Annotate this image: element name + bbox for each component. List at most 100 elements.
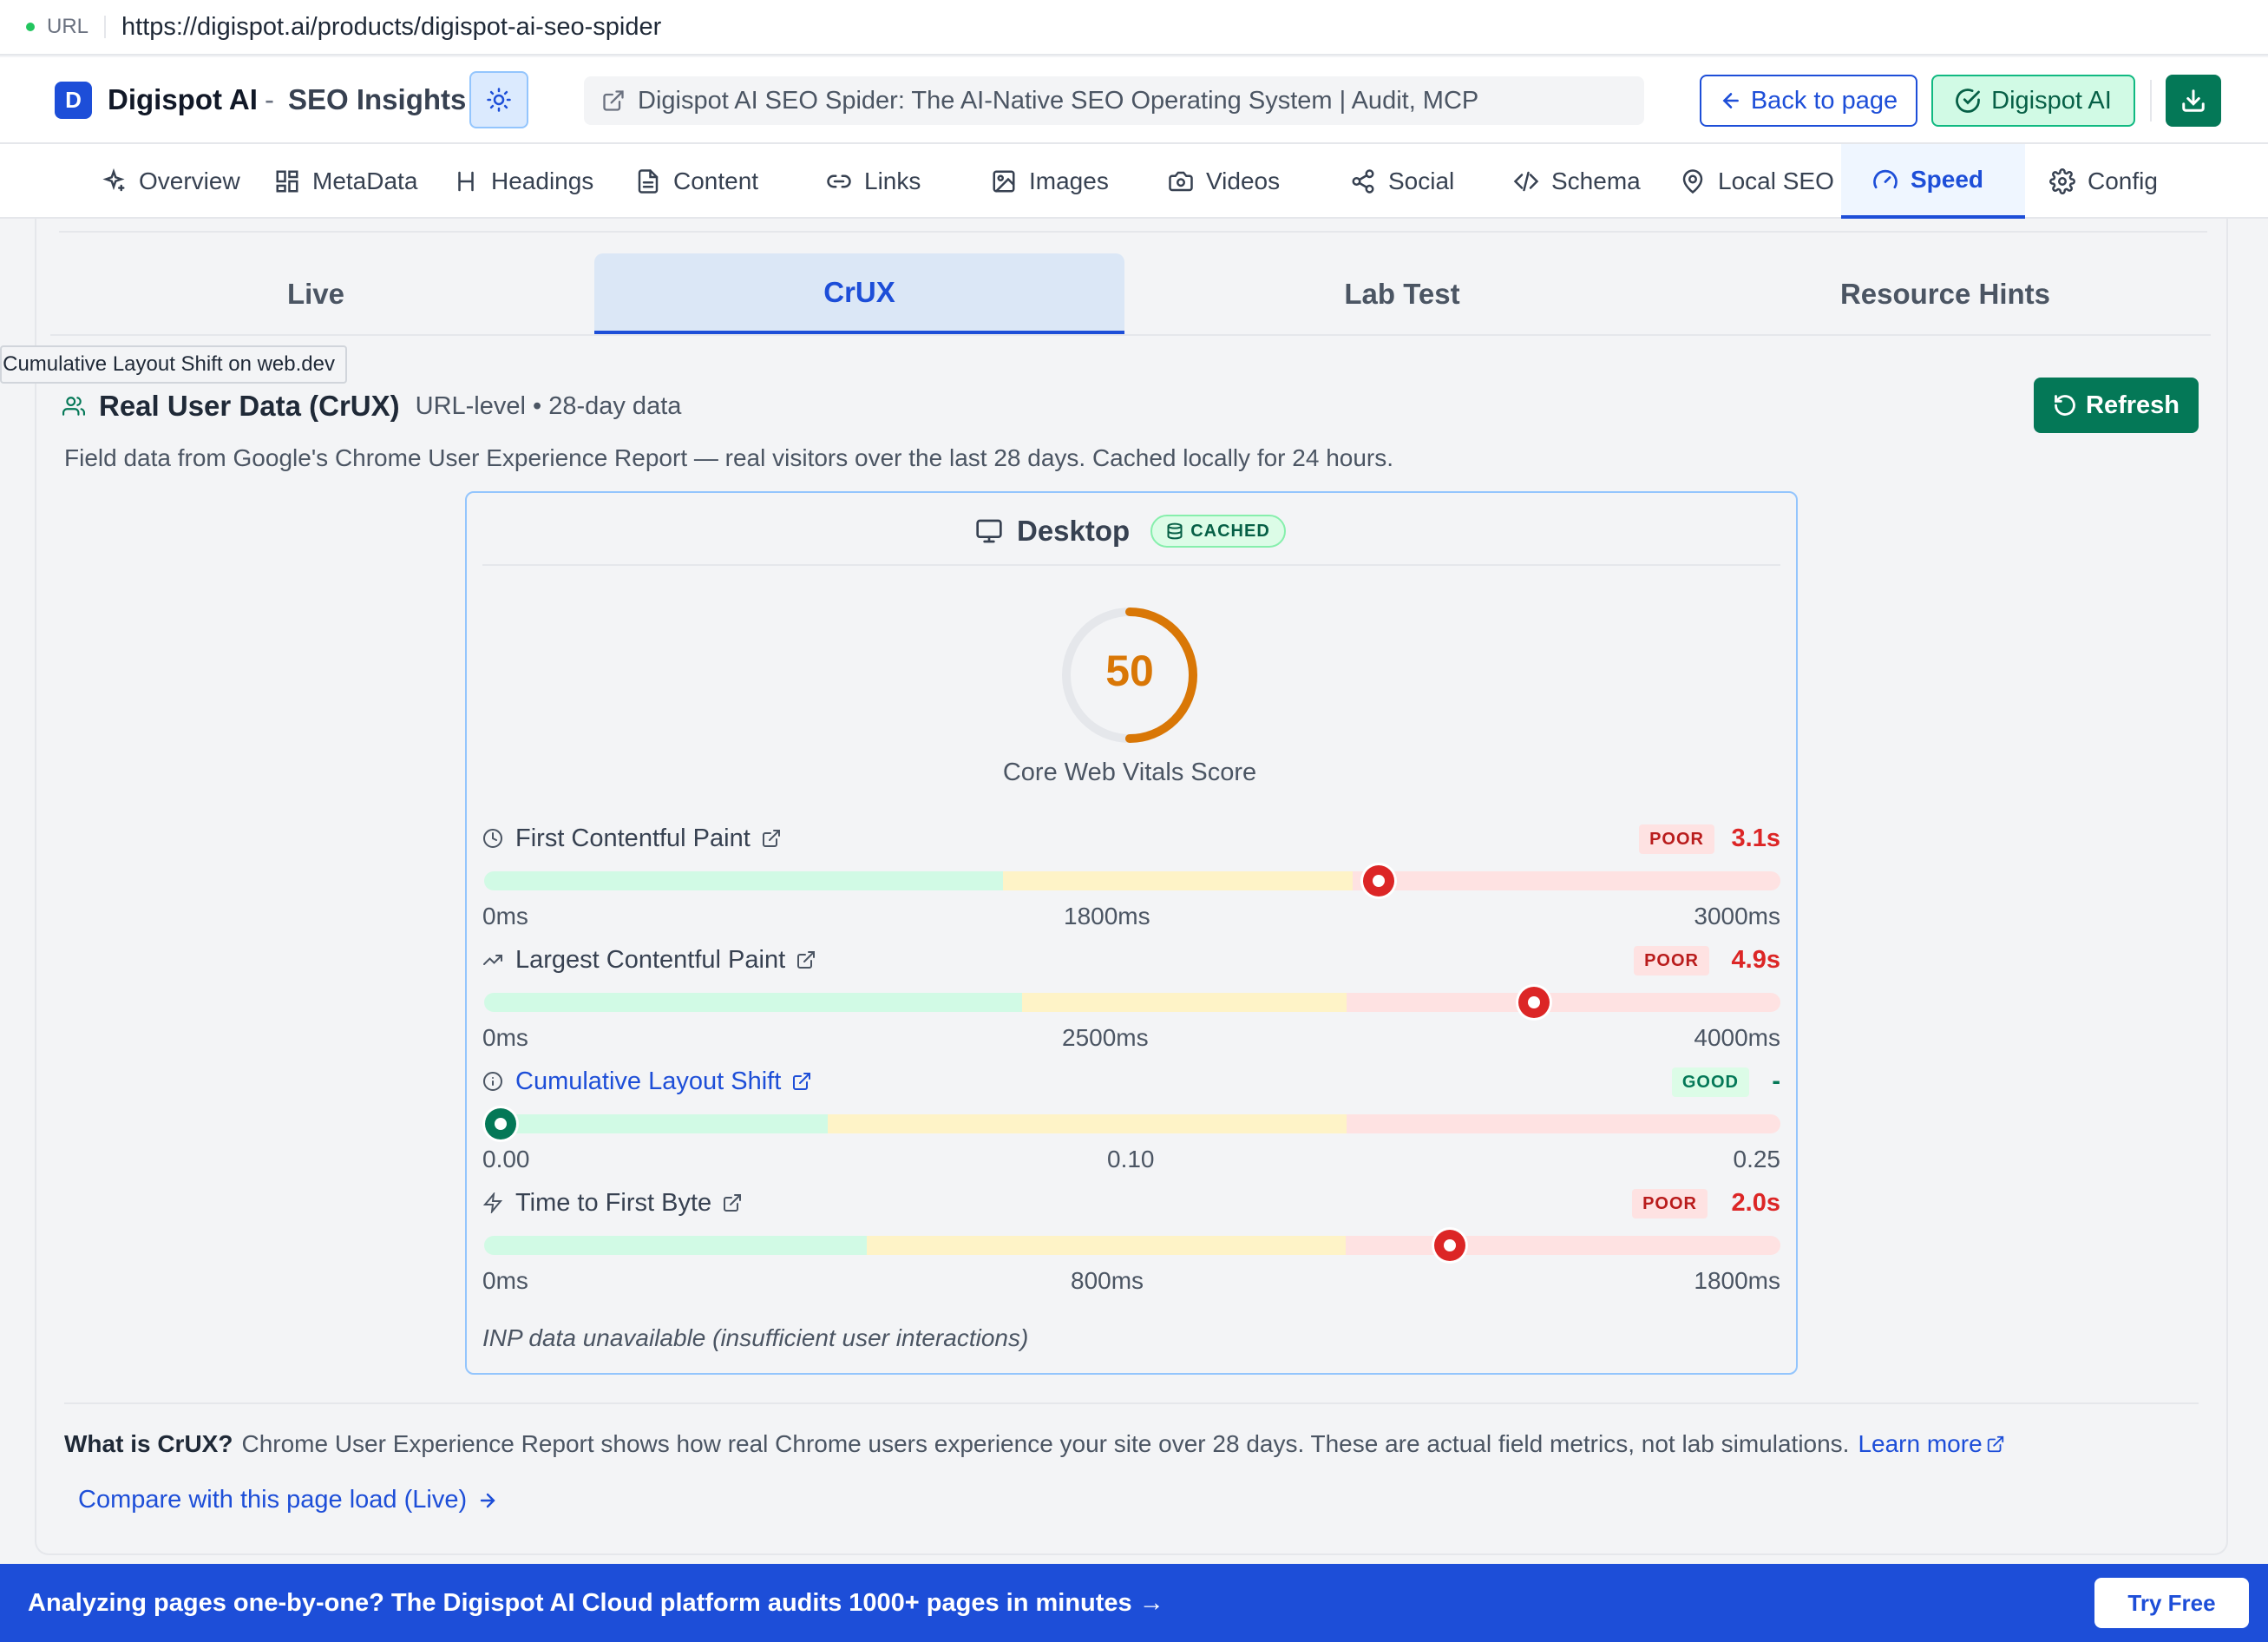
external-link-icon[interactable] [796,949,816,970]
app-header: D Digispot AI - SEO Insights Digispot AI… [0,57,2268,144]
sun-icon [487,88,511,112]
tab-content-label: Content [673,167,759,194]
header-divider [2150,80,2152,122]
tab-config[interactable]: Config [2049,144,2158,219]
refresh-button[interactable]: Refresh [2034,378,2199,433]
range-poor [1346,1114,1780,1133]
tick-max: 1800ms [1694,1267,1780,1294]
digispot-ai-label: Digispot AI [1991,86,2112,115]
app-logo: D [55,82,92,119]
metric-marker [1360,863,1397,899]
external-link-icon[interactable] [791,1071,812,1092]
external-link-icon[interactable] [722,1192,743,1213]
crux-info-text: Chrome User Experience Report shows how … [241,1430,1850,1457]
tab-local-seo[interactable]: Local SEO [1680,144,1834,219]
metric-ttfb: Time to First Byte POOR 2.0s 0ms 800ms 1… [482,1187,1780,1309]
external-link-icon[interactable] [761,828,782,849]
page-title-field[interactable]: Digispot AI SEO Spider: The AI-Native SE… [584,76,1644,125]
metric-header: Time to First Byte [482,1187,743,1218]
crux-meta: URL-level • 28-day data [415,391,682,420]
share-icon [1352,169,1374,194]
try-free-button[interactable]: Try Free [2094,1578,2249,1628]
sparkles-icon [102,168,125,192]
promo-text: Analyzing pages one-by-one? The Digispot… [28,1588,1164,1617]
back-to-page-button[interactable]: Back to page [1700,75,1917,127]
tick-min: 0.00 [482,1146,530,1172]
tab-metadata[interactable]: MetaData [274,144,417,219]
status-badge: POOR [1634,946,1709,975]
range-needs-improvement [827,1114,1347,1133]
refresh-icon [2055,395,2075,416]
tab-local-seo-label: Local SEO [1718,167,1834,194]
back-to-page-label: Back to page [1750,86,1898,115]
range-needs-improvement [866,1236,1347,1255]
gauge-icon [1873,169,1898,189]
device-label: Desktop [1017,515,1131,547]
tab-config-label: Config [2088,167,2158,194]
digispot-ai-button[interactable]: Digispot AI [1931,75,2135,127]
metric-name-link[interactable]: Cumulative Layout Shift [515,1067,781,1096]
tab-images[interactable]: Images [991,144,1109,219]
card-divider [482,564,1780,566]
range-needs-improvement [1002,871,1353,890]
tab-content[interactable]: Content [635,144,758,219]
external-link-icon[interactable] [1986,1435,2005,1454]
metric-name: Largest Contentful Paint [515,945,786,974]
subtab-live[interactable]: Live [50,253,581,335]
metric-fcp: First Contentful Paint POOR 3.1s 0ms 180… [482,823,1780,944]
clock-icon [483,829,502,848]
metric-marker [1432,1227,1469,1264]
metric-marker [1516,984,1553,1021]
crux-info: What is CrUX? Chrome User Experience Rep… [64,1430,2005,1458]
range-poor [1346,993,1780,1012]
download-button[interactable] [2166,75,2221,127]
metric-value: 2.0s [1731,1188,1780,1217]
code-icon [1513,171,1539,192]
status-badge: POOR [1639,824,1714,854]
tab-headings[interactable]: Headings [453,144,593,219]
tab-overview[interactable]: Overview [101,144,240,219]
bolt-icon [482,1192,503,1213]
cached-badge: CACHED [1150,515,1286,548]
users-icon [62,397,85,416]
status-badge: POOR [1632,1189,1708,1218]
tab-metadata-label: MetaData [312,167,418,194]
tab-social-label: Social [1388,167,1455,194]
crux-description: Field data from Google's Chrome User Exp… [64,444,1394,471]
cached-label: CACHED [1190,521,1270,541]
tick-mid: 0.10 [1107,1146,1155,1172]
metric-header: First Contentful Paint [482,823,782,854]
subtab-lab-test[interactable]: Lab Test [1137,253,1668,335]
tab-social[interactable]: Social [1350,144,1454,219]
inp-note: INP data unavailable (insufficient user … [482,1324,1029,1351]
metric-range-bar [484,871,1780,890]
metric-range-bar [484,993,1780,1012]
tooltip: Learn about Cumulative Layout Shift on w… [0,345,347,384]
range-good [484,1114,828,1133]
map-pin-icon [1682,169,1703,194]
tab-videos-label: Videos [1206,167,1281,194]
range-good [484,1236,867,1255]
tab-links-label: Links [864,167,921,194]
tick-min: 0ms [482,903,528,929]
camera-icon [1169,171,1193,192]
tab-videos[interactable]: Videos [1168,144,1280,219]
tab-links[interactable]: Links [826,144,921,219]
metric-cls: Cumulative Layout Shift GOOD - 0.00 0.10… [482,1066,1780,1187]
range-good [484,993,1022,1012]
tab-speed[interactable]: Speed [1841,144,2025,219]
tick-max: 3000ms [1694,903,1780,929]
brand-name: Digispot AI [108,83,258,115]
tab-schema[interactable]: Schema [1513,144,1641,219]
compare-live-link[interactable]: Compare with this page load (Live) [78,1486,498,1514]
url-text[interactable]: https://digispot.ai/products/digispot-ai… [121,13,661,42]
metric-name: First Contentful Paint [515,824,751,852]
subtab-crux[interactable]: CrUX [594,253,1124,335]
metric-name: Time to First Byte [515,1188,712,1217]
browser-url-bar: URL https://digispot.ai/products/digispo… [0,0,2268,56]
monitor-icon [976,519,1002,543]
subtab-resource-hints[interactable]: Resource Hints [1680,253,2211,335]
learn-more-link[interactable]: Learn more [1858,1430,1982,1458]
theme-toggle-button[interactable] [469,71,528,128]
download-icon [2182,89,2205,112]
